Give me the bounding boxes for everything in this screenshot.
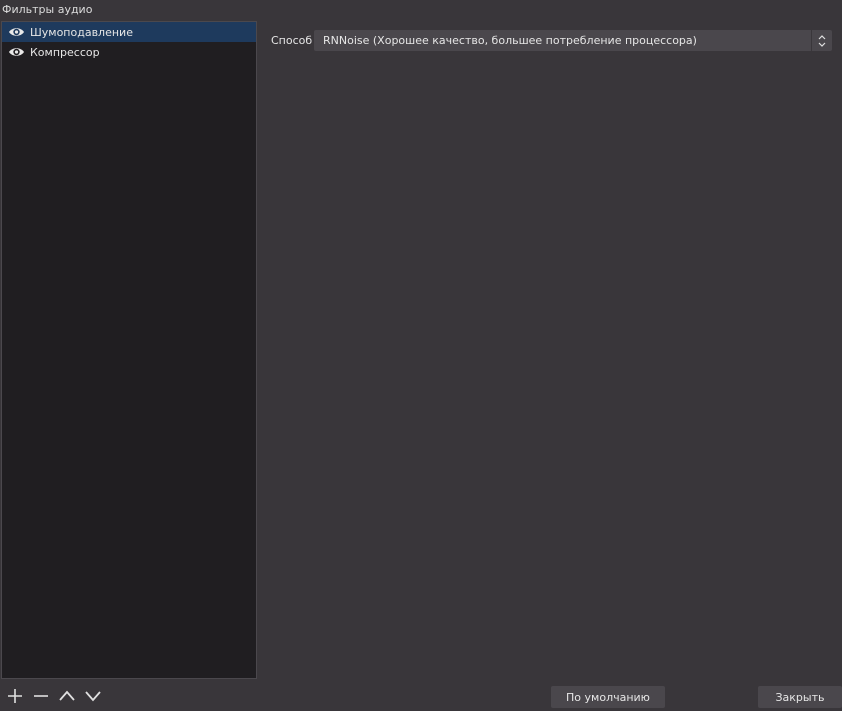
eye-icon[interactable]: [8, 46, 25, 58]
filter-list[interactable]: Шумоподавление Компрессор: [1, 21, 257, 679]
method-select[interactable]: RNNoise (Хорошее качество, большее потре…: [314, 30, 832, 51]
minus-icon: [34, 695, 48, 697]
list-item-label: Компрессор: [30, 45, 100, 59]
move-up-button[interactable]: [54, 685, 80, 707]
updown-arrows-icon: [811, 30, 832, 51]
move-down-button[interactable]: [80, 685, 106, 707]
eye-icon[interactable]: [8, 26, 25, 38]
defaults-button[interactable]: По умолчанию: [551, 686, 665, 708]
list-item-label: Шумоподавление: [30, 25, 133, 39]
chevron-down-icon: [85, 691, 101, 702]
method-select-value: RNNoise (Хорошее качество, большее потре…: [323, 34, 697, 47]
chevron-up-icon: [59, 690, 75, 701]
list-item-compressor[interactable]: Компрессор: [2, 42, 256, 62]
filter-list-toolbar: [2, 685, 106, 707]
plus-icon: [8, 689, 22, 703]
close-button[interactable]: Закрыть: [758, 686, 842, 708]
remove-filter-button[interactable]: [28, 685, 54, 707]
group-title: Фильтры аудио: [2, 3, 93, 16]
list-item-noise-suppression[interactable]: Шумоподавление: [2, 22, 256, 42]
add-filter-button[interactable]: [2, 685, 28, 707]
audio-filters-window: Фильтры аудио Шумоподавление Компрессор: [0, 0, 842, 711]
method-label: Способ: [271, 34, 313, 47]
